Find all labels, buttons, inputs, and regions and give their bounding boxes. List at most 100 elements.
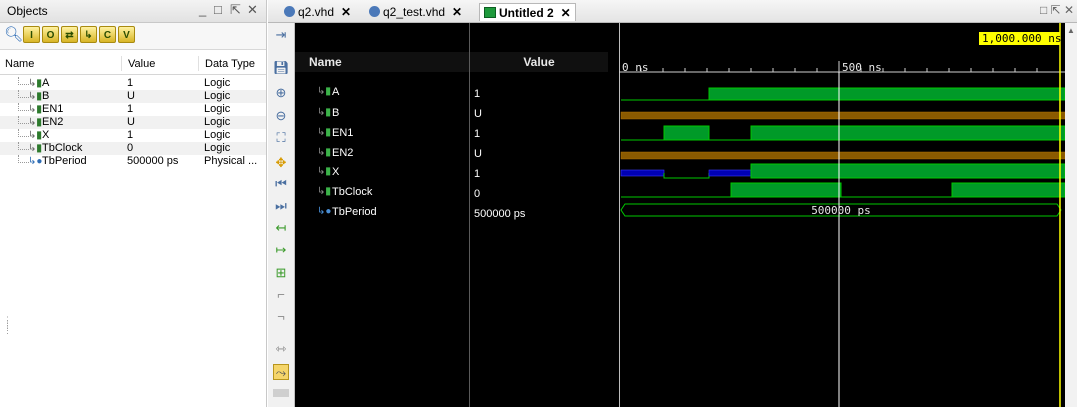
- wave-signal-value: U: [474, 148, 482, 160]
- minimize-button[interactable]: _: [199, 2, 206, 18]
- inout-port-filter-icon[interactable]: ⇄: [61, 26, 78, 43]
- column-header-value[interactable]: Value: [128, 58, 155, 70]
- signal-name: A: [42, 77, 50, 89]
- waveform-viewer: Name ↳▮ A ↳▮ B ↳▮ EN1 ↳▮ EN2 ↳▮ X ↳▮ TbC…: [295, 23, 1077, 407]
- next-transition-icon[interactable]: ↦: [273, 242, 289, 258]
- column-divider[interactable]: [198, 56, 199, 71]
- wave-signal-name[interactable]: TbPeriod: [332, 206, 377, 218]
- float-button[interactable]: ⇱: [230, 2, 241, 18]
- table-row[interactable]: ↳▮ EN2 U Logic: [0, 116, 266, 129]
- name-column-header[interactable]: Name: [295, 52, 469, 72]
- table-row[interactable]: ↳▮ TbClock 0 Logic: [0, 142, 266, 155]
- resize-grip[interactable]: ⋮ ⋮ ⋮: [3, 316, 12, 335]
- waveform-trace: [663, 173, 710, 179]
- signal-type: Physical ...: [204, 155, 258, 167]
- waveform-icon: [484, 7, 496, 18]
- constant-filter-icon[interactable]: C: [99, 26, 116, 43]
- tab-label: q2.vhd: [298, 5, 335, 19]
- column-header-data-type[interactable]: Data Type: [205, 58, 255, 70]
- column-header-name[interactable]: Name: [5, 58, 34, 70]
- save-wave-config-icon[interactable]: 💾︎: [273, 60, 290, 76]
- scroll-up-icon[interactable]: ▲: [1067, 26, 1075, 35]
- bus-value-label: 500000 ps: [811, 204, 871, 217]
- signal-value: 500000 ps: [127, 155, 179, 167]
- maximize-button[interactable]: □: [1040, 3, 1047, 17]
- output-port-filter-icon[interactable]: O: [42, 26, 59, 43]
- close-icon[interactable]: ✕: [452, 5, 462, 19]
- wave-signal-name[interactable]: EN2: [332, 147, 353, 159]
- swap-cursors-icon[interactable]: ⇿: [273, 341, 289, 357]
- signal-type: Logic: [204, 129, 231, 141]
- table-row[interactable]: ↳▮ X 1 Logic: [0, 129, 266, 142]
- signal-name: EN2: [42, 116, 64, 128]
- wave-signal-value: 0: [474, 188, 481, 200]
- search-icon[interactable]: 🔍︎: [4, 26, 23, 43]
- waveform-undefined-segment: [620, 111, 1065, 120]
- waveform-high-segment: [750, 163, 1065, 179]
- wave-signal-name[interactable]: A: [332, 86, 339, 98]
- go-to-end-icon[interactable]: ⏭: [273, 198, 289, 214]
- time-label-mid: 500 ns: [842, 61, 882, 74]
- previous-marker-icon[interactable]: ⌐: [273, 287, 289, 303]
- floating-ruler-icon[interactable]: [273, 389, 289, 397]
- cursor-center-icon[interactable]: ✥: [273, 155, 289, 171]
- waveform-highz-segment: [620, 169, 665, 177]
- input-port-filter-icon[interactable]: I: [23, 26, 40, 43]
- zoom-out-icon[interactable]: ⊖: [273, 108, 289, 124]
- value-column-header[interactable]: Value: [470, 52, 608, 72]
- signal-type: Logic: [204, 90, 231, 102]
- wave-window-controls: □ ⇱ ✕: [1040, 3, 1074, 17]
- signal-icon: ↳▮: [317, 166, 331, 177]
- signal-icon: ↳▮: [28, 91, 42, 102]
- objects-toolbar: 🔍︎ I O ⇄ ↳ C V: [0, 23, 266, 50]
- close-icon[interactable]: ✕: [341, 5, 351, 19]
- go-to-start-icon[interactable]: ⏮: [273, 176, 289, 192]
- float-button[interactable]: ⇱: [1051, 3, 1061, 17]
- next-marker-icon[interactable]: ¬: [273, 309, 289, 325]
- signal-name: X: [42, 129, 50, 141]
- zoom-fit-icon[interactable]: ⛶: [273, 130, 289, 146]
- wave-signal-value: U: [474, 108, 482, 120]
- close-button[interactable]: ✕: [1064, 3, 1074, 17]
- internal-signal-filter-icon[interactable]: ↳: [80, 26, 97, 43]
- signal-icon: ↳▮: [28, 78, 42, 89]
- vertical-scrollbar[interactable]: ▲: [1065, 23, 1077, 407]
- table-row[interactable]: ↳▮ B U Logic: [0, 90, 266, 103]
- table-row[interactable]: ↳● TbPeriod 500000 ps Physical ...: [0, 155, 266, 168]
- signal-icon: ↳▮: [317, 86, 331, 97]
- waveform-high-segment: [708, 87, 1065, 101]
- waveform-canvas[interactable]: 0 ns 500 ns 500000 ps 1,000.000 ns: [619, 23, 1065, 407]
- table-row[interactable]: ↳▮ EN1 1 Logic: [0, 103, 266, 116]
- signal-name: B: [42, 90, 50, 102]
- zoom-in-icon[interactable]: ⊕: [273, 85, 289, 101]
- tab-q2-test-vhd[interactable]: q2_test.vhd ✕: [365, 3, 466, 21]
- wave-signal-name[interactable]: EN1: [332, 127, 353, 139]
- wave-signal-name[interactable]: TbClock: [332, 186, 372, 198]
- close-icon[interactable]: ✕: [561, 6, 571, 20]
- time-label-start: 0 ns: [622, 61, 649, 74]
- snap-to-transition-icon[interactable]: ⤳: [273, 364, 289, 380]
- signal-type: Logic: [204, 116, 231, 128]
- wave-signal-name[interactable]: X: [332, 166, 339, 178]
- wave-signal-name[interactable]: B: [332, 107, 339, 119]
- tab-untitled-2[interactable]: Untitled 2 ✕: [479, 3, 576, 21]
- objects-panel-header: Objects _ □ ⇱ ✕: [0, 0, 266, 23]
- signal-value: 1: [127, 103, 134, 115]
- waveform-trace: [621, 88, 710, 101]
- editor-tab-strip: q2.vhd ✕ q2_test.vhd ✕ Untitled 2 ✕ □ ⇱ ✕: [268, 0, 1077, 23]
- signal-icon: ↳▮: [28, 117, 42, 128]
- waveform-highz-segment: [708, 169, 752, 177]
- previous-transition-icon[interactable]: ↤: [273, 220, 289, 236]
- add-marker-icon[interactable]: ⊞: [273, 265, 289, 281]
- close-button[interactable]: ✕: [247, 2, 258, 18]
- tab-q2-vhd[interactable]: q2.vhd ✕: [280, 3, 355, 21]
- value-column-label: Value: [523, 55, 555, 69]
- objects-panel-title: Objects: [7, 4, 48, 18]
- table-row[interactable]: ↳▮ A 1 Logic: [0, 77, 266, 90]
- signal-type: Logic: [204, 77, 231, 89]
- column-divider[interactable]: [121, 56, 122, 71]
- variable-filter-icon[interactable]: V: [118, 26, 135, 43]
- maximize-button[interactable]: □: [214, 2, 222, 18]
- collapse-icon[interactable]: ⇥: [273, 27, 289, 43]
- waveform-high-segment: [750, 125, 1065, 141]
